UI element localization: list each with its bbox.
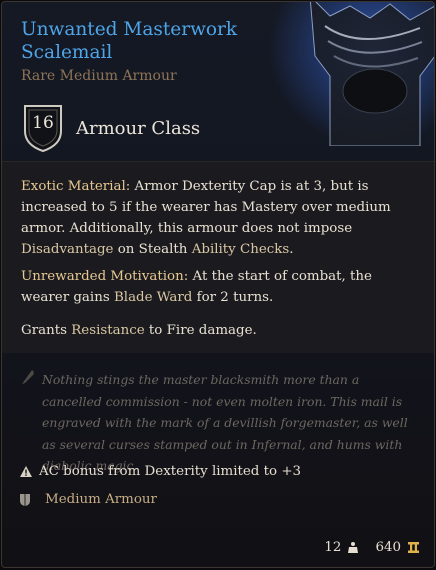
grants-text-2: to Fire damage.: [144, 323, 257, 338]
keyword-ability-checks[interactable]: Ability Checks: [192, 242, 290, 257]
exotic-material-text-2: on Stealth: [113, 242, 192, 257]
shield-icon: 16: [22, 103, 64, 153]
grants-text: Grants: [21, 323, 72, 338]
dex-limit-text: AC bonus from Dexterity limited to +3: [39, 464, 302, 479]
item-name: Unwanted Masterwork Scalemail: [21, 19, 238, 63]
motivation-title: Unrewarded Motivation:: [21, 269, 189, 284]
effects-panel: Exotic Material: Armor Dexterity Cap is …: [2, 161, 434, 353]
item-footer: 12 640: [324, 540, 420, 555]
unrewarded-motivation-effect: Unrewarded Motivation: At the start of c…: [21, 266, 401, 308]
tooltip-header: Unwanted Masterwork Scalemail Rare Mediu…: [2, 2, 434, 160]
armour-class-row: 16 Armour Class: [22, 103, 200, 153]
weight-value: 12: [324, 540, 342, 555]
item-rarity-type: Rare Medium Armour: [21, 68, 177, 84]
armour-class-label: Armour Class: [76, 117, 201, 139]
motivation-text-2: for 2 turns.: [192, 290, 274, 305]
weight-icon: [348, 542, 359, 553]
dex-limit-note: AC bonus from Dexterity limited to +3: [19, 464, 301, 479]
flavor-text: Nothing stings the master blacksmith mor…: [42, 372, 408, 473]
armour-type-note: Medium Armour: [19, 492, 157, 507]
keyword-resistance[interactable]: Resistance: [71, 323, 144, 338]
armour-art-icon: [309, 2, 434, 147]
price-value: 640: [375, 540, 401, 555]
grants-resistance-effect: Grants Resistance to Fire damage.: [21, 320, 401, 341]
exotic-material-title: Exotic Material:: [21, 179, 131, 194]
keyword-blade-ward[interactable]: Blade Ward: [114, 290, 192, 305]
item-art: [270, 2, 434, 147]
exotic-material-effect: Exotic Material: Armor Dexterity Cap is …: [21, 176, 401, 260]
gold-icon: [408, 542, 419, 553]
armour-type-icon: [20, 493, 30, 506]
keyword-disadvantage[interactable]: Disadvantage: [21, 242, 113, 257]
warning-icon: [20, 466, 32, 477]
armour-class-value: 16: [32, 113, 54, 133]
item-tooltip: Unwanted Masterwork Scalemail Rare Mediu…: [1, 1, 435, 568]
exotic-material-text-3: .: [289, 242, 294, 257]
armour-type-text: Medium Armour: [45, 492, 157, 507]
quill-icon: [22, 370, 34, 384]
